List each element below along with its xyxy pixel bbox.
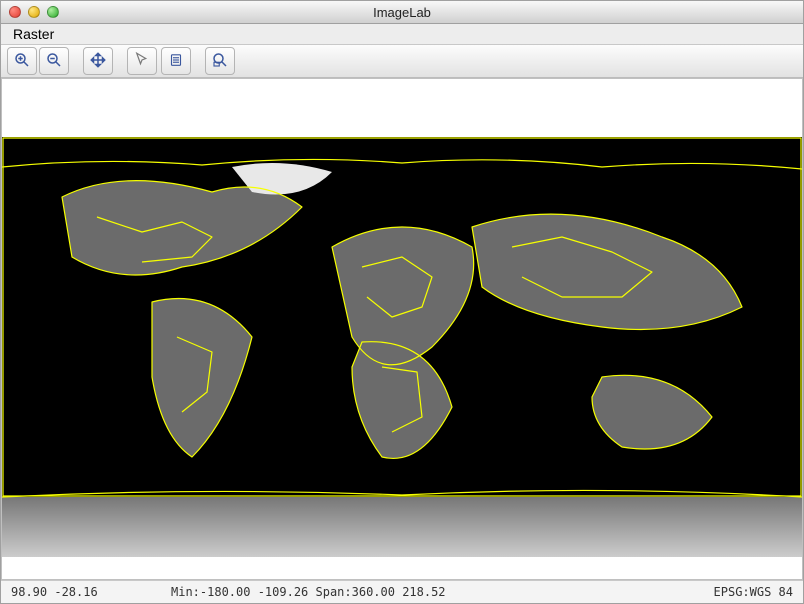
zoom-out-icon: [45, 51, 63, 72]
status-extent: Min:-180.00 -109.26 Span:360.00 218.52: [171, 585, 714, 599]
status-coords: 98.90 -28.16: [11, 585, 171, 599]
zoom-in-icon: [13, 51, 31, 72]
window-title: ImageLab: [1, 5, 803, 20]
titlebar: ImageLab: [1, 1, 803, 24]
zoom-in-button[interactable]: [7, 47, 37, 75]
app-window: ImageLab Raster: [0, 0, 804, 604]
window-controls: [1, 6, 59, 18]
pointer-icon: [133, 51, 151, 72]
layers-button[interactable]: [161, 47, 191, 75]
identify-icon: [211, 51, 229, 72]
world-map-svg: [2, 137, 802, 557]
identify-button[interactable]: [205, 47, 235, 75]
status-bar: 98.90 -28.16 Min:-180.00 -109.26 Span:36…: [1, 580, 803, 603]
toolbar: [1, 45, 803, 78]
menu-bar: Raster: [1, 24, 803, 45]
map-viewport[interactable]: [2, 137, 802, 557]
status-epsg: EPSG:WGS 84: [714, 585, 793, 599]
map-canvas-frame: [1, 78, 803, 580]
pointer-button[interactable]: [127, 47, 157, 75]
minimize-icon[interactable]: [28, 6, 40, 18]
zoom-window-icon[interactable]: [47, 6, 59, 18]
layers-icon: [167, 51, 185, 72]
pan-button[interactable]: [83, 47, 113, 75]
zoom-out-button[interactable]: [39, 47, 69, 75]
close-icon[interactable]: [9, 6, 21, 18]
pan-icon: [89, 51, 107, 72]
menu-raster[interactable]: Raster: [7, 24, 60, 44]
